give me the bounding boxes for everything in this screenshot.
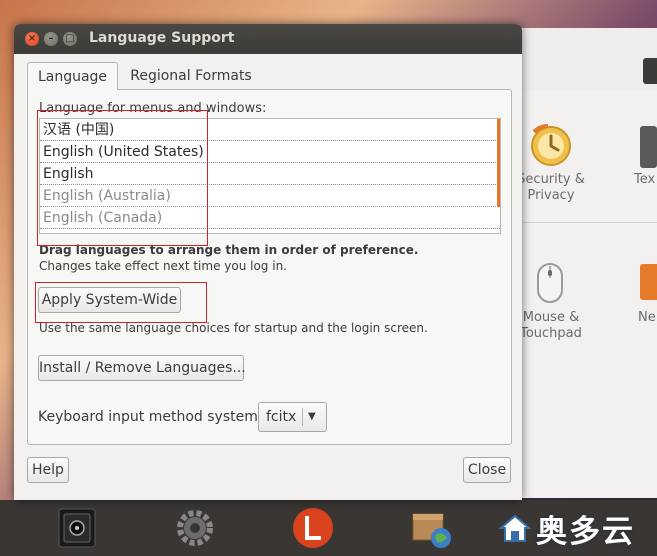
dialog-title: Language Support: [89, 30, 235, 46]
software-package-icon[interactable]: [409, 506, 453, 550]
apply-system-wide-button[interactable]: Apply System-Wide: [38, 287, 181, 313]
settings-item-network[interactable]: Ne: [638, 310, 657, 326]
watermark-text: 奥多云: [536, 513, 635, 550]
combo-separator: [302, 408, 303, 426]
language-item[interactable]: English (Canada): [40, 207, 500, 229]
language-support-dialog: × – □ Language Support Language Regional…: [14, 24, 522, 500]
site-watermark: 奥多云: [498, 504, 657, 552]
safe-icon[interactable]: [55, 506, 99, 550]
keyboard-input-method-value: fcitx: [266, 409, 297, 425]
settings-item-mouse-touchpad[interactable]: Mouse & Touchpad: [516, 310, 586, 342]
settings-item-label: Mouse & Touchpad: [520, 310, 582, 341]
lazarus-app-icon[interactable]: [291, 506, 335, 550]
tab-regional-formats[interactable]: Regional Formats: [118, 62, 264, 90]
settings-item-security-privacy[interactable]: Security & Privacy: [516, 172, 586, 204]
mouse-icon[interactable]: [536, 262, 564, 304]
settings-item-label: Tex: [634, 172, 656, 187]
language-list-label: Language for menus and windows:: [39, 101, 267, 116]
close-window-button[interactable]: ×: [25, 32, 39, 46]
chevron-down-icon: ▼: [308, 411, 316, 422]
network-icon[interactable]: [640, 264, 657, 300]
text-entry-icon[interactable]: [640, 126, 657, 168]
security-privacy-icon[interactable]: [528, 122, 574, 168]
maximize-window-button[interactable]: □: [63, 32, 77, 46]
close-button[interactable]: Close: [463, 457, 511, 483]
language-item[interactable]: English (Australia): [40, 185, 500, 207]
keyboard-input-label: Keyboard input method system:: [38, 409, 263, 425]
change-hint: Changes take effect next time you log in…: [39, 259, 287, 273]
apply-description: Use the same language choices for startu…: [39, 321, 428, 335]
settings-header-control: [643, 58, 657, 84]
tab-language[interactable]: Language: [27, 62, 118, 90]
list-scrollbar[interactable]: [497, 119, 500, 207]
settings-item-label: Security & Privacy: [517, 172, 585, 203]
watermark-logo-icon: [498, 514, 532, 542]
settings-divider: [500, 222, 657, 223]
drag-hint: Drag languages to arrange them in order …: [39, 243, 419, 257]
install-remove-languages-button[interactable]: Install / Remove Languages...: [38, 355, 246, 381]
keyboard-input-method-select[interactable]: fcitx ▼: [258, 402, 327, 432]
settings-item-label: Ne: [638, 310, 656, 325]
language-list[interactable]: 汉语 (中国) English (United States) English …: [39, 118, 501, 234]
minimize-window-button[interactable]: –: [44, 32, 58, 46]
system-settings-gear-icon[interactable]: [173, 506, 217, 550]
language-item[interactable]: English (United States): [40, 141, 500, 163]
language-item[interactable]: English: [40, 163, 500, 185]
dialog-titlebar[interactable]: × – □ Language Support: [14, 24, 522, 54]
language-item[interactable]: 汉语 (中国): [40, 119, 500, 141]
help-button[interactable]: Help: [27, 457, 69, 483]
settings-item-text-entry[interactable]: Tex: [634, 172, 657, 188]
